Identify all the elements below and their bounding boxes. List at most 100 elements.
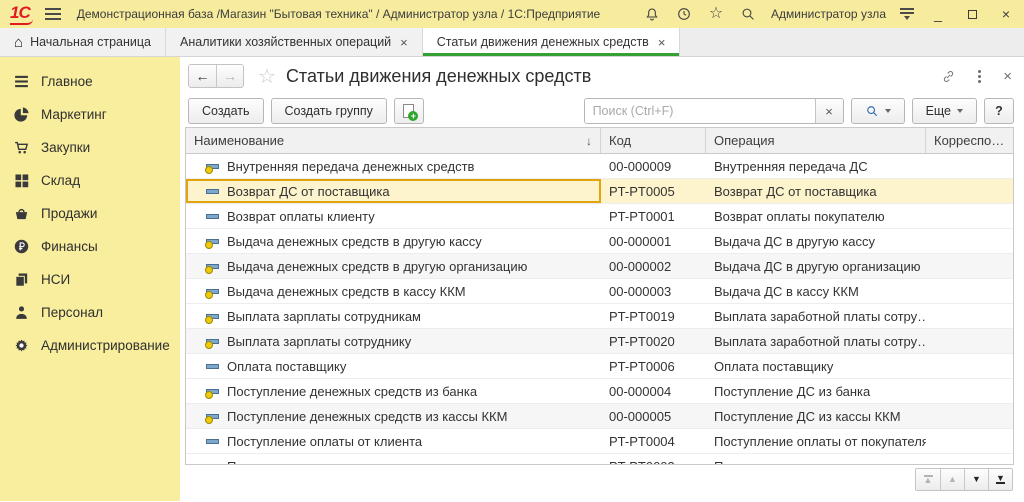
create-group-button[interactable]: Создать группу bbox=[270, 98, 387, 124]
item-correspondence bbox=[926, 329, 1013, 353]
item-code: PT-PT0005 bbox=[609, 183, 675, 199]
maximize-icon[interactable] bbox=[962, 6, 982, 22]
table-row[interactable]: Внутренняя передача денежных средств 00-… bbox=[186, 154, 1013, 179]
list-form-panel: ← → ☆ Статьи движения денежных средств ×… bbox=[180, 57, 1024, 501]
sidebar-item-nsi-books[interactable]: НСИ bbox=[0, 263, 180, 296]
sidebar-item-main-lines[interactable]: Главное bbox=[0, 65, 180, 98]
item-operation: Оплата поставщику bbox=[714, 358, 834, 374]
table-row[interactable]: Возврат оплаты клиенту PT-PT0001 Возврат… bbox=[186, 204, 1013, 229]
sidebar-item-administration-gear[interactable]: Администрирование bbox=[0, 329, 180, 362]
tab-label: Аналитики хозяйственных операций bbox=[180, 35, 392, 49]
item-operation: Поступление оплаты от покупателя bbox=[714, 433, 926, 449]
go-to-last-button[interactable]: ▼ bbox=[988, 469, 1012, 490]
item-name: Выдача денежных средств в кассу ККМ bbox=[227, 283, 466, 299]
item-code: PT-PT0003 bbox=[601, 454, 706, 465]
table-row[interactable]: Выдача денежных средств в другую организ… bbox=[186, 254, 1013, 279]
sidebar-item-purchases-cart[interactable]: Закупки bbox=[0, 131, 180, 164]
item-name: Выдача денежных средств в другую кассу bbox=[227, 233, 482, 249]
item-code: PT-PT0006 bbox=[609, 358, 675, 374]
table-row[interactable]: Поступление денежных средств из банка 00… bbox=[186, 379, 1013, 404]
item-operation: Поступление ДС из банка bbox=[714, 383, 871, 399]
add-to-favorites-star-icon[interactable]: ☆ bbox=[258, 64, 276, 89]
search-input[interactable] bbox=[584, 99, 815, 123]
sidebar-item-label: Главное bbox=[41, 74, 93, 89]
item-name: Поступление оплаты от клиента bbox=[227, 433, 423, 449]
table-row[interactable]: Поступление оплаты от клиента PT-PT0004 … bbox=[186, 429, 1013, 454]
sidebar-item-label: Администрирование bbox=[41, 338, 170, 353]
item-operation: Выплата заработной платы сотру… bbox=[714, 308, 926, 324]
sidebar-item-marketing-pie[interactable]: Маркетинг bbox=[0, 98, 180, 131]
panel-header: ← → ☆ Статьи движения денежных средств × bbox=[180, 57, 1024, 95]
table-row[interactable]: Выдача денежных средств в кассу ККМ 00-0… bbox=[186, 279, 1013, 304]
create-button[interactable]: Создать bbox=[188, 98, 264, 124]
tab-label: Статьи движения денежных средств bbox=[436, 35, 649, 49]
close-window-icon[interactable]: × bbox=[996, 6, 1016, 22]
item-code: PT-PT0004 bbox=[609, 433, 675, 449]
column-header-name[interactable]: Наименование ↓ bbox=[186, 128, 601, 153]
sidebar-item-label: Маркетинг bbox=[41, 107, 107, 122]
table-row[interactable]: Выдача денежных средств в другую кассу 0… bbox=[186, 229, 1013, 254]
help-button[interactable]: ? bbox=[984, 98, 1014, 124]
table-row[interactable]: Возврат ДС от поставщика PT-PT0005 Возвр… bbox=[186, 179, 1013, 204]
sidebar-item-icon bbox=[13, 304, 30, 321]
more-actions-button[interactable]: Еще bbox=[911, 98, 977, 124]
main-menu-hamburger-icon[interactable] bbox=[44, 8, 61, 20]
list-item-icon bbox=[205, 313, 219, 324]
item-correspondence bbox=[926, 154, 1013, 178]
sidebar-item-sales-basket[interactable]: Продажи bbox=[0, 197, 180, 230]
sidebar-item-warehouse-grid[interactable]: Склад bbox=[0, 164, 180, 197]
item-correspondence bbox=[926, 204, 1013, 228]
tab-home[interactable]: ⌂ Начальная страница bbox=[0, 28, 167, 56]
global-search-icon[interactable] bbox=[739, 5, 757, 23]
tab-cash-flow-items[interactable]: Статьи движения денежных средств × bbox=[422, 28, 681, 56]
column-header-correspondence[interactable]: Корреспо… bbox=[926, 128, 1013, 153]
sidebar-item-icon bbox=[13, 172, 30, 189]
current-user-label[interactable]: Администратор узла bbox=[771, 7, 886, 21]
column-header-operation[interactable]: Операция bbox=[706, 128, 926, 153]
more-menu-icon[interactable] bbox=[978, 69, 982, 83]
search-options-button[interactable] bbox=[850, 98, 905, 124]
history-clock-icon[interactable] bbox=[675, 5, 693, 23]
sidebar-item-icon bbox=[13, 238, 30, 255]
item-name: Поступление денежных средств из банка bbox=[227, 383, 478, 399]
sidebar-item-finance-ruble[interactable]: Финансы bbox=[0, 230, 180, 263]
list-item-icon bbox=[206, 438, 219, 444]
table-row[interactable]: Поступление… PT-PT0003 Поступление… bbox=[186, 454, 1013, 465]
service-menu-icon[interactable] bbox=[900, 8, 914, 20]
close-tab-icon[interactable]: × bbox=[658, 35, 666, 50]
table-row[interactable]: Выплата зарплаты сотрудникам PT-PT0019 В… bbox=[186, 304, 1013, 329]
close-tab-icon[interactable]: × bbox=[400, 35, 408, 50]
table-row[interactable]: Выплата зарплаты сотруднику PT-PT0020 Вы… bbox=[186, 329, 1013, 354]
item-operation: Внутренняя передача ДС bbox=[714, 158, 868, 174]
copy-item-button[interactable]: + bbox=[393, 98, 424, 124]
clear-search-icon[interactable]: × bbox=[814, 99, 843, 123]
item-operation: Выдача ДС в кассу ККМ bbox=[714, 283, 859, 299]
item-correspondence bbox=[926, 179, 1013, 203]
list-item-icon bbox=[205, 288, 219, 299]
notifications-bell-icon[interactable] bbox=[643, 5, 661, 23]
item-correspondence bbox=[926, 454, 1013, 464]
item-operation: Поступление ДС из кассы ККМ bbox=[714, 408, 901, 424]
column-header-code[interactable]: Код bbox=[601, 128, 706, 153]
list-item-icon bbox=[205, 238, 219, 249]
search-icon bbox=[865, 104, 879, 118]
table-row[interactable]: Оплата поставщику PT-PT0006 Оплата поста… bbox=[186, 354, 1013, 379]
close-panel-icon[interactable]: × bbox=[1003, 68, 1012, 85]
sidebar-item-personnel-person[interactable]: Персонал bbox=[0, 296, 180, 329]
sidebar-item-label: Финансы bbox=[41, 239, 98, 254]
favorites-star-icon[interactable]: ☆ bbox=[707, 5, 725, 23]
chevron-down-icon bbox=[884, 109, 891, 113]
go-to-first-button[interactable]: ▲ bbox=[916, 469, 940, 490]
get-link-icon[interactable] bbox=[941, 69, 956, 84]
tab-analytics[interactable]: Аналитики хозяйственных операций × bbox=[166, 28, 423, 56]
previous-page-button[interactable]: ▲ bbox=[940, 469, 964, 490]
next-page-button[interactable]: ▼ bbox=[964, 469, 988, 490]
forward-button[interactable]: → bbox=[216, 65, 243, 87]
chevron-down-icon bbox=[957, 109, 963, 113]
minimize-icon[interactable]: _ bbox=[928, 6, 948, 22]
table-row[interactable]: Поступление денежных средств из кассы КК… bbox=[186, 404, 1013, 429]
back-button[interactable]: ← bbox=[189, 65, 216, 87]
sidebar-item-icon bbox=[13, 337, 30, 354]
table-body: Внутренняя передача денежных средств 00-… bbox=[186, 154, 1013, 465]
copy-document-icon: + bbox=[403, 104, 419, 121]
